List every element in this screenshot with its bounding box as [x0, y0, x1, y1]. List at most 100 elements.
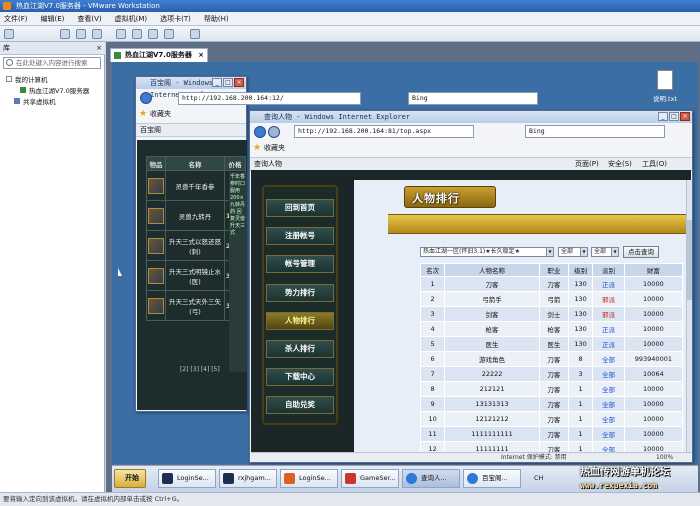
menu-home[interactable]: 回到首页 — [266, 199, 334, 217]
decorative-banner — [388, 214, 686, 234]
close-icon[interactable]: × — [198, 49, 204, 62]
star-icon: ★ — [139, 109, 148, 119]
name-cell: 剑客 — [444, 306, 540, 322]
table-row[interactable]: 2 弓箭手 弓箭 130 邪派 10000 — [419, 291, 684, 307]
fullscreen-icon[interactable] — [148, 29, 158, 39]
favorites-label[interactable]: 收藏夹 — [264, 144, 285, 152]
browser-tab-label: 查询人物 — [254, 160, 282, 168]
minimize-icon[interactable]: _ — [658, 112, 668, 121]
close-icon[interactable]: × — [680, 112, 690, 121]
table-row[interactable]: 1 刀客 刀客 130 正派 10000 — [419, 276, 684, 292]
menu-kill-rank[interactable]: 杀人排行 — [266, 340, 334, 358]
taskbar-item[interactable]: 查询人... — [402, 469, 460, 488]
menu-account[interactable]: 帐号管理 — [266, 255, 334, 273]
table-row[interactable]: 4 枪客 枪客 130 正派 10000 — [419, 321, 684, 337]
table-row[interactable]: 7 22222 刀客 3 全部 10064 — [419, 366, 684, 382]
library-search-input[interactable]: 在此处键入内容进行搜索 — [3, 57, 101, 69]
tree-item-shared[interactable]: 共享虚拟机 — [14, 97, 56, 107]
tree-item-vm[interactable]: 热血江湖V7.0服务器 — [20, 86, 89, 96]
taskbar-item[interactable]: rxjhgam... — [219, 469, 277, 488]
item-name: 升天三式天外三矢(弓) — [165, 290, 225, 321]
table-row[interactable]: 6 游戏角色 刀客 8 全部 993940001 — [419, 351, 684, 367]
back-icon[interactable] — [254, 126, 266, 138]
menu-download[interactable]: 下载中心 — [266, 368, 334, 386]
library-view-icon[interactable] — [116, 29, 126, 39]
scrollbar[interactable] — [686, 180, 692, 453]
rank-cell: 9 — [419, 396, 446, 412]
taskbar-item[interactable]: LoginSe... — [158, 469, 216, 488]
menu-redeem[interactable]: 自助兑奖 — [266, 396, 334, 414]
menu-vm[interactable]: 虚拟机(M) — [115, 14, 148, 24]
snapshot-icon[interactable] — [60, 29, 70, 39]
name-cell: 212121 — [444, 381, 540, 397]
menu-tabs[interactable]: 选项卡(T) — [160, 14, 191, 24]
menu-register[interactable]: 注册帐号 — [266, 227, 334, 245]
rank-cell: 2 — [419, 291, 446, 307]
taskbar-label: 查询人... — [421, 474, 447, 482]
taskbar-item[interactable]: GameSer... — [341, 469, 399, 488]
manage-snapshot-icon[interactable] — [92, 29, 102, 39]
server-select[interactable]: 热血江湖一区(怀旧3.1)★长久稳定★ ▼ — [420, 247, 554, 257]
menu-edit[interactable]: 编辑(E) — [41, 14, 65, 24]
tree-label: 热血江湖V7.0服务器 — [29, 87, 90, 95]
minimize-icon[interactable]: _ — [212, 78, 222, 87]
menu-view[interactable]: 查看(V) — [77, 14, 101, 24]
taskbar-label: 百宝阁... — [482, 474, 508, 482]
maximize-icon[interactable]: □ — [223, 78, 233, 87]
search-box[interactable]: Bing — [408, 92, 538, 105]
browser-tab[interactable]: 查询人物 页面(P) 安全(S) 工具(O) — [250, 157, 692, 171]
search-box[interactable]: Bing — [525, 125, 665, 138]
table-row[interactable]: 8 212121 刀客 1 全部 10000 — [419, 381, 684, 397]
preferences-icon[interactable] — [190, 29, 200, 39]
forward-icon[interactable] — [268, 126, 280, 138]
desktop-file-icon[interactable]: 说明.txt — [645, 70, 685, 103]
table-row[interactable]: 11 1111111111 刀客 1 全部 10000 — [419, 426, 684, 442]
maximize-icon[interactable]: □ — [669, 112, 679, 121]
menu-faction-rank[interactable]: 势力排行 — [266, 284, 334, 302]
job-cell: 刀客 — [538, 351, 569, 367]
revert-icon[interactable] — [76, 29, 86, 39]
table-row[interactable]: 9 13131313 刀客 1 全部 10000 — [419, 396, 684, 412]
faction-select[interactable]: 全部 ▼ — [591, 247, 619, 257]
start-button[interactable]: 开始 — [114, 469, 146, 488]
address-bar[interactable]: http://192.168.200.164:12/ — [178, 92, 361, 105]
vm-tab[interactable]: 热血江湖V7.0服务器 × — [110, 48, 208, 62]
taskbar-item[interactable]: LoginSe... — [280, 469, 338, 488]
power-icon[interactable] — [4, 29, 14, 39]
ie-icon — [467, 473, 478, 484]
ie-icon — [406, 473, 417, 484]
pagination[interactable]: [2] [3] [4] [5] — [180, 366, 220, 373]
name-cell: 游戏角色 — [444, 351, 540, 367]
scrollbar-thumb[interactable] — [687, 220, 692, 300]
column-header: 价格 — [223, 156, 247, 171]
query-button[interactable]: 点击查询 — [623, 246, 659, 258]
favorites-label[interactable]: 收藏夹 — [150, 110, 171, 118]
table-row[interactable]: 5 医生 医生 130 正派 10000 — [419, 336, 684, 352]
table-row[interactable]: 3 剑客 剑士 130 邪派 10000 — [419, 306, 684, 322]
faction-cell: 正派 — [592, 276, 625, 292]
menu-help[interactable]: 帮助(H) — [204, 14, 229, 24]
console-view-icon[interactable] — [132, 29, 142, 39]
chevron-down-icon: ▼ — [580, 248, 587, 256]
tree-item-my-computer[interactable]: 我的计算机 — [6, 75, 48, 85]
zoom-level[interactable]: 100% — [656, 453, 673, 462]
address-bar[interactable]: http://192.168.200.164:81/top.aspx — [294, 125, 474, 138]
menu-file[interactable]: 文件(F) — [4, 14, 28, 24]
job-select[interactable]: 全部 ▼ — [558, 247, 588, 257]
faction-cell: 全部 — [592, 396, 625, 412]
back-icon[interactable] — [140, 92, 152, 104]
menu-character-rank[interactable]: 人物排行 — [266, 312, 334, 330]
vmware-title: 热血江湖V7.0服务器 - VMware Workstation — [16, 2, 160, 10]
language-indicator[interactable]: CH — [534, 469, 546, 487]
column-header: 级别 — [567, 263, 594, 277]
table-row[interactable]: 10 12121212 刀客 1 全部 10000 — [419, 411, 684, 427]
close-icon[interactable]: × — [234, 78, 244, 87]
taskbar-item[interactable]: 百宝阁... — [463, 469, 521, 488]
watermark: 热血传网游单机论坛 www.rexuexia.com — [580, 466, 698, 492]
watermark-url: www.rexuexia.com — [580, 481, 658, 490]
browser-tab[interactable]: 百宝阁 — [136, 123, 246, 137]
level-cell: 130 — [567, 306, 594, 322]
close-icon[interactable]: × — [96, 42, 102, 55]
unity-icon[interactable] — [164, 29, 174, 39]
library-search-placeholder: 在此处键入内容进行搜索 — [16, 59, 88, 67]
